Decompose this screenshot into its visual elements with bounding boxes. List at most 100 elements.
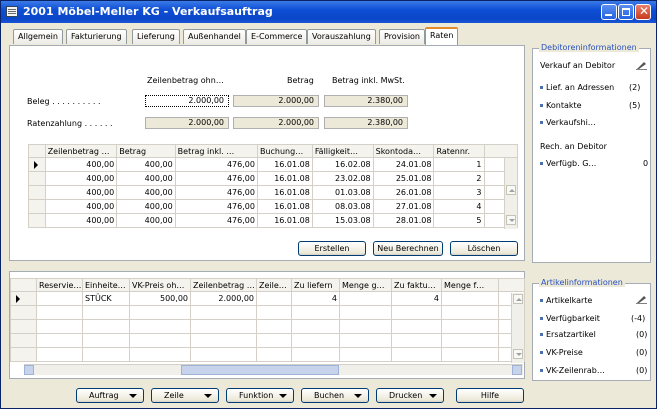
zeile-menu-button[interactable]: Zeile: [151, 388, 219, 403]
table-row[interactable]: 400,00 400,00 476,00 16.01.08 15.03.08 2…: [28, 213, 519, 228]
cell[interactable]: [339, 319, 392, 334]
cell[interactable]: 27.01.08: [372, 199, 435, 214]
verkaufshistorie-link[interactable]: Verkaufshi…: [540, 118, 596, 127]
tab-provision[interactable]: Provision: [379, 29, 426, 44]
cell[interactable]: [441, 333, 499, 348]
row-selector[interactable]: [10, 347, 37, 362]
cell[interactable]: [391, 333, 442, 348]
cell[interactable]: 4: [391, 291, 442, 306]
cell[interactable]: [256, 347, 292, 362]
cell[interactable]: 476,00: [174, 199, 258, 214]
col-menge-fakturiert[interactable]: Menge f…: [441, 278, 499, 292]
col-zeilenbetrag[interactable]: Zeilenbetrag …: [44, 144, 118, 158]
col-zeile[interactable]: Zeile…: [256, 278, 292, 292]
drucken-menu-button[interactable]: Drucken: [376, 388, 444, 403]
cell[interactable]: [441, 319, 499, 334]
lines-horizontal-scrollbar[interactable]: [24, 364, 523, 375]
cell[interactable]: [441, 347, 499, 362]
cell[interactable]: [190, 333, 257, 348]
vk-zeilenrabatt-link[interactable]: VK-Zeilenrab…: [540, 366, 605, 375]
cell[interactable]: [190, 347, 257, 362]
cell[interactable]: [256, 291, 292, 306]
cell[interactable]: 400,00: [116, 213, 176, 228]
cell[interactable]: 15.03.08: [311, 213, 374, 228]
cell[interactable]: [129, 305, 191, 320]
col-ratennr[interactable]: Ratennr.: [433, 144, 485, 158]
cell[interactable]: 400,00: [44, 199, 118, 214]
hilfe-button[interactable]: Hilfe: [456, 388, 524, 403]
col-reservierung[interactable]: Reservie…: [36, 278, 83, 292]
cell[interactable]: 4: [433, 199, 485, 214]
col-einheit[interactable]: Einheite…: [82, 278, 130, 292]
tab-allgemein[interactable]: Allgemein: [13, 29, 63, 44]
row-selector[interactable]: [10, 291, 37, 306]
row-selector[interactable]: [10, 319, 37, 334]
row-selector[interactable]: [28, 185, 46, 200]
cell[interactable]: [129, 319, 191, 334]
cell[interactable]: 26.01.08: [372, 185, 435, 200]
cell[interactable]: [129, 333, 191, 348]
col-menge-geliefert[interactable]: Menge g…: [339, 278, 392, 292]
beleg-betrag-field[interactable]: 2.000,00: [233, 95, 319, 107]
cell[interactable]: [391, 305, 442, 320]
artikelkarte-link[interactable]: Artikelkarte: [540, 296, 592, 305]
col-zu-fakturieren[interactable]: Zu faktu…: [391, 278, 442, 292]
cell[interactable]: [36, 305, 83, 320]
cell[interactable]: [82, 305, 130, 320]
table-row[interactable]: [10, 347, 525, 362]
cell[interactable]: [256, 305, 292, 320]
row-selector[interactable]: [28, 199, 46, 214]
cell[interactable]: 23.02.08: [311, 171, 374, 186]
cell[interactable]: [36, 333, 83, 348]
row-selector[interactable]: [28, 157, 46, 172]
col-zeilenbetrag[interactable]: Zeilenbetrag …: [190, 278, 257, 292]
cell[interactable]: 476,00: [174, 157, 258, 172]
cell[interactable]: 28.01.08: [372, 213, 435, 228]
vk-preise-link[interactable]: VK-Preise: [540, 348, 583, 357]
row-selector[interactable]: [28, 171, 46, 186]
cell[interactable]: 400,00: [116, 185, 176, 200]
cell[interactable]: 24.01.08: [372, 157, 435, 172]
verfuegbarkeit-link[interactable]: Verfügbarkeit: [540, 314, 600, 323]
cell[interactable]: 400,00: [116, 157, 176, 172]
auftrag-menu-button[interactable]: Auftrag: [76, 388, 144, 403]
cell[interactable]: 16.01.08: [256, 199, 313, 214]
verfuegbarer-kredit-link[interactable]: Verfügb. G…: [540, 159, 596, 168]
col-vk-preis[interactable]: VK-Preis oh…: [129, 278, 191, 292]
cell[interactable]: 08.03.08: [311, 199, 374, 214]
horizontal-scroll-thumb[interactable]: [181, 365, 339, 375]
erstellen-button[interactable]: Erstellen: [298, 241, 366, 256]
cell[interactable]: 400,00: [116, 171, 176, 186]
neu-berechnen-button[interactable]: Neu Berechnen: [373, 241, 443, 256]
cell[interactable]: 16.01.08: [256, 157, 313, 172]
cell[interactable]: [190, 319, 257, 334]
cell[interactable]: STÜCK: [82, 291, 130, 306]
cell[interactable]: 16.01.08: [256, 213, 313, 228]
cell[interactable]: 2.000,00: [190, 291, 257, 306]
raten-zeilenbetrag-field[interactable]: 2.000,00: [145, 117, 229, 129]
cell[interactable]: [291, 347, 340, 362]
table-row[interactable]: 400,00 400,00 476,00 16.01.08 01.03.08 2…: [28, 185, 519, 200]
cell[interactable]: 476,00: [174, 185, 258, 200]
tab-aussenhandel[interactable]: Außenhandel: [183, 29, 246, 44]
cell[interactable]: [82, 347, 130, 362]
loeschen-button[interactable]: Löschen: [450, 241, 518, 256]
cell[interactable]: [36, 291, 83, 306]
scroll-down-icon[interactable]: [506, 215, 516, 225]
scroll-left-icon[interactable]: [24, 365, 34, 375]
scroll-down-icon[interactable]: [513, 349, 523, 359]
cell[interactable]: 2: [433, 171, 485, 186]
cell[interactable]: 500,00: [129, 291, 191, 306]
cell[interactable]: [291, 333, 340, 348]
scroll-right-icon[interactable]: [512, 365, 522, 375]
cell[interactable]: 3: [433, 185, 485, 200]
cell[interactable]: 400,00: [44, 213, 118, 228]
row-selector[interactable]: [28, 213, 46, 228]
table-row[interactable]: [10, 305, 525, 320]
maximize-button[interactable]: [618, 4, 634, 20]
scroll-up-icon[interactable]: [506, 185, 516, 195]
buchen-menu-button[interactable]: Buchen: [301, 388, 369, 403]
tab-vorauszahlung[interactable]: Vorauszahlung: [307, 29, 376, 44]
lines-vertical-scrollbar[interactable]: [511, 293, 524, 363]
col-betrag-inkl[interactable]: Betrag inkl. …: [174, 144, 258, 158]
